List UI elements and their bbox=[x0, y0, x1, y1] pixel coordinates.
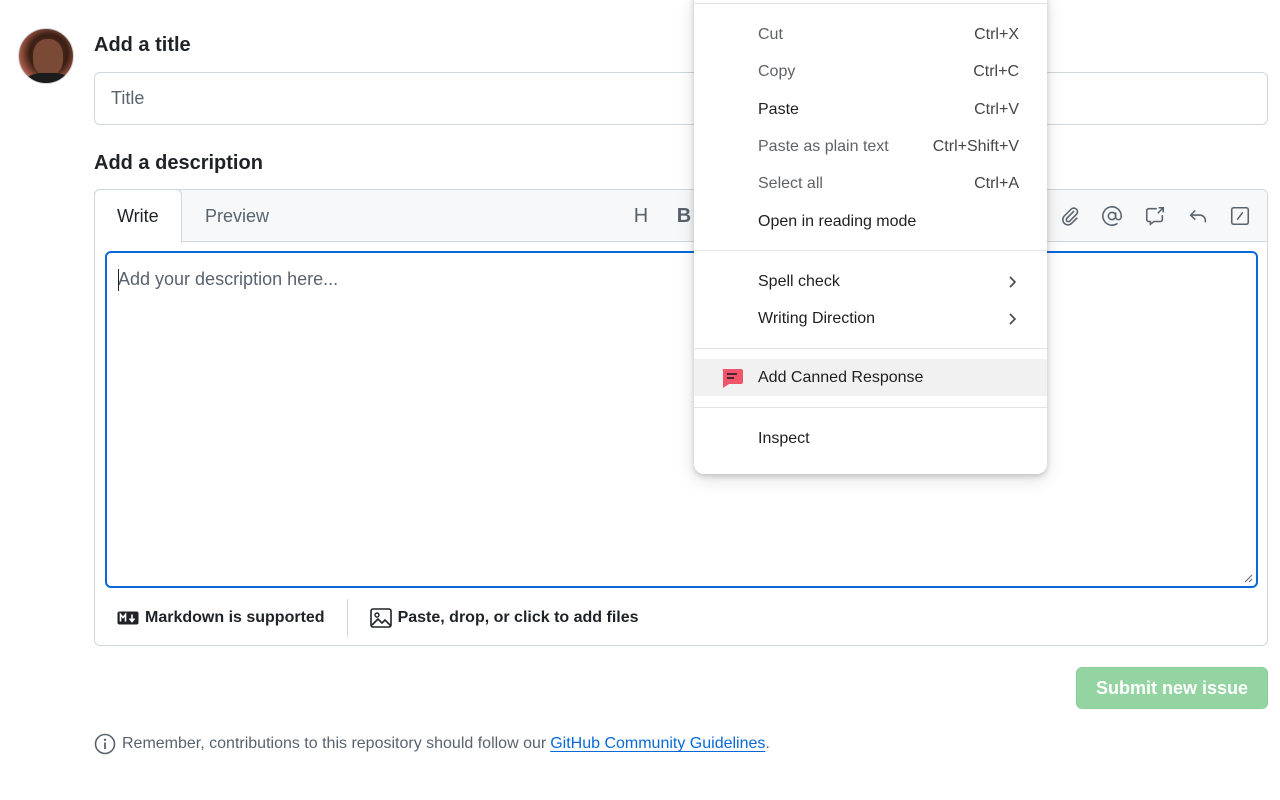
menu-item-copy[interactable]: Copy Ctrl+C bbox=[694, 53, 1047, 90]
textarea-placeholder: Add your description here... bbox=[118, 269, 339, 289]
description-heading: Add a description bbox=[94, 152, 263, 174]
title-input[interactable] bbox=[94, 72, 1268, 125]
user-avatar bbox=[18, 28, 74, 84]
menu-item-label: Add Canned Response bbox=[758, 368, 924, 386]
guidelines-text: Remember, contributions to this reposito… bbox=[122, 735, 547, 752]
menu-item-inspect[interactable]: Inspect bbox=[694, 420, 1047, 457]
editor-header: Write Preview H B bbox=[94, 189, 1267, 243]
guidelines-suffix: . bbox=[765, 735, 770, 752]
menu-item-label: Select all bbox=[758, 174, 823, 192]
menu-item-select-all[interactable]: Select all Ctrl+A bbox=[694, 165, 1047, 202]
submit-issue-button[interactable]: Submit new issue bbox=[1076, 667, 1268, 709]
title-heading: Add a title bbox=[94, 34, 191, 56]
markdown-support[interactable]: Markdown is supported bbox=[95, 600, 347, 636]
menu-item-shortcut: Ctrl+Shift+V bbox=[932, 137, 1019, 155]
editor-footer: Markdown is supported Paste, drop, or cl… bbox=[95, 590, 1267, 646]
menu-item-cut[interactable]: Cut Ctrl+X bbox=[694, 16, 1047, 53]
menu-item-label: Writing Direction bbox=[758, 309, 876, 327]
menu-item-label: Cut bbox=[758, 25, 783, 43]
menu-divider bbox=[694, 250, 1047, 251]
avatar-face bbox=[33, 39, 63, 75]
menu-item-writing-direction[interactable]: Writing Direction bbox=[694, 300, 1047, 337]
menu-item-label: Copy bbox=[758, 62, 796, 80]
menu-item-label: Open in reading mode bbox=[758, 212, 917, 230]
info-icon bbox=[94, 733, 116, 755]
chevron-right-icon bbox=[1009, 275, 1017, 288]
tab-write[interactable]: Write bbox=[94, 189, 182, 243]
menu-item-label: Paste as plain text bbox=[758, 137, 889, 155]
add-files-label: Paste, drop, or click to add files bbox=[397, 609, 639, 626]
menu-item-paste[interactable]: Paste Ctrl+V bbox=[694, 91, 1047, 128]
description-textarea[interactable]: Add your description here... bbox=[105, 251, 1258, 588]
markdown-icon bbox=[117, 611, 139, 625]
slash-command-icon[interactable] bbox=[1226, 202, 1254, 230]
cross-reference-icon[interactable] bbox=[1141, 202, 1169, 230]
menu-item-shortcut: Ctrl+V bbox=[974, 100, 1019, 118]
menu-item-paste-plain[interactable]: Paste as plain text Ctrl+Shift+V bbox=[694, 128, 1047, 165]
avatar-shirt bbox=[25, 73, 71, 83]
menu-item-shortcut: Ctrl+A bbox=[974, 174, 1019, 192]
community-guidelines-link[interactable]: GitHub Community Guidelines bbox=[550, 735, 765, 752]
menu-item-shortcut: Ctrl+X bbox=[974, 25, 1019, 43]
description-editor: Write Preview H B Add your description h… bbox=[94, 189, 1268, 646]
menu-item-label: Paste bbox=[758, 100, 799, 118]
reply-icon[interactable] bbox=[1184, 202, 1212, 230]
menu-item-label: Inspect bbox=[758, 429, 810, 447]
attach-icon[interactable] bbox=[1056, 202, 1084, 230]
text-caret bbox=[118, 269, 119, 291]
chevron-right-icon bbox=[1009, 312, 1017, 325]
menu-item-spell-check[interactable]: Spell check bbox=[694, 263, 1047, 300]
menu-item-shortcut: Ctrl+C bbox=[973, 62, 1019, 80]
resize-handle-icon[interactable] bbox=[1243, 573, 1253, 583]
menu-divider bbox=[694, 407, 1047, 408]
heading-button[interactable]: H bbox=[627, 202, 655, 230]
menu-divider bbox=[694, 3, 1047, 4]
menu-item-canned-response[interactable]: Add Canned Response bbox=[694, 359, 1047, 396]
tab-preview[interactable]: Preview bbox=[183, 190, 291, 243]
mention-icon[interactable] bbox=[1098, 202, 1126, 230]
menu-item-reading-mode[interactable]: Open in reading mode bbox=[694, 203, 1047, 240]
markdown-label: Markdown is supported bbox=[145, 609, 325, 626]
guidelines-note: Remember, contributions to this reposito… bbox=[94, 732, 770, 756]
canned-response-icon bbox=[722, 368, 743, 388]
menu-item-label: Spell check bbox=[758, 272, 840, 290]
context-menu: Cut Ctrl+X Copy Ctrl+C Paste Ctrl+V Past… bbox=[694, 0, 1047, 474]
menu-divider bbox=[694, 348, 1047, 349]
add-files-button[interactable]: Paste, drop, or click to add files bbox=[348, 600, 661, 636]
image-icon bbox=[369, 608, 392, 628]
